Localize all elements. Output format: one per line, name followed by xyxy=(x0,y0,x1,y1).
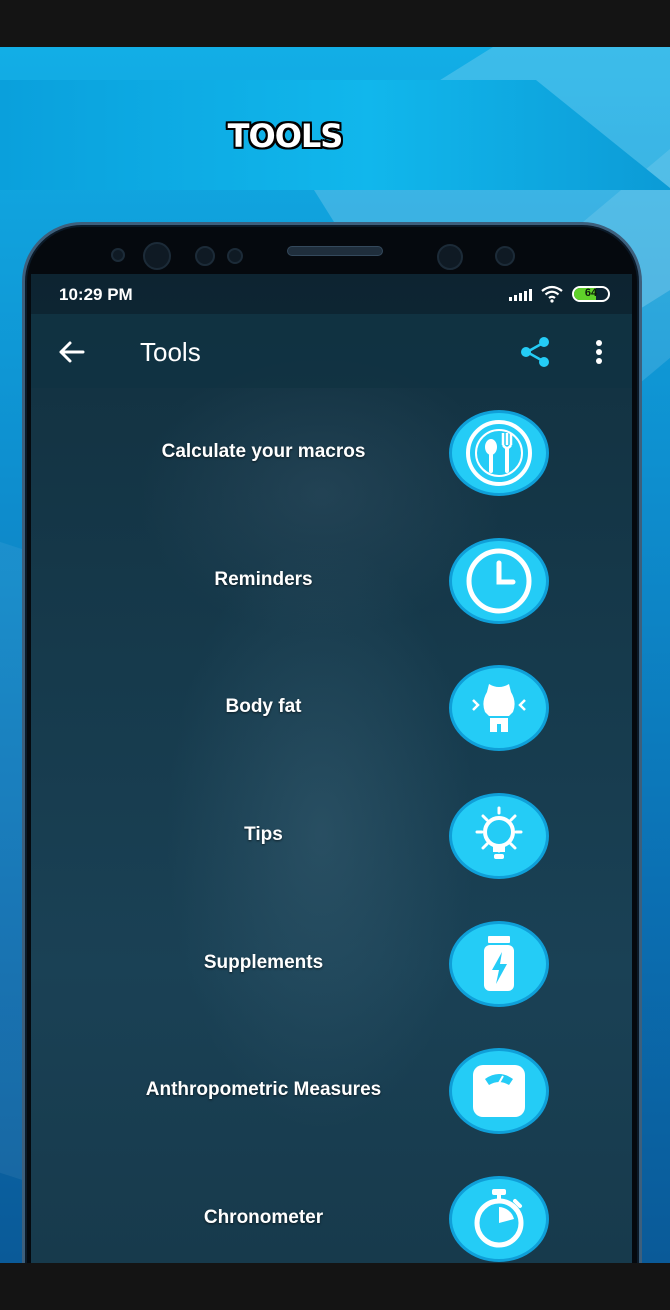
status-icons: 64 xyxy=(509,285,610,303)
bottom-black-bar xyxy=(0,1263,670,1310)
tool-item-tips[interactable]: Tips xyxy=(31,786,632,886)
phone-sensor xyxy=(495,246,515,266)
tool-item-macros[interactable]: Calculate your macros xyxy=(31,403,632,503)
tool-item-chronometer[interactable]: Chronometer xyxy=(31,1169,632,1264)
tool-label: Body fat xyxy=(225,696,302,717)
tool-icon-button[interactable] xyxy=(449,665,549,751)
tool-label: Anthropometric Measures xyxy=(145,1079,382,1100)
tool-label: Chronometer xyxy=(203,1207,324,1228)
tool-label: Supplements xyxy=(203,952,324,973)
tool-item-reminders[interactable]: Reminders xyxy=(31,531,632,631)
tool-icon-button[interactable] xyxy=(449,538,549,624)
battery-icon: 64 xyxy=(572,286,610,302)
tool-label: Calculate your macros xyxy=(161,441,366,462)
tool-item-supplements[interactable]: Supplements xyxy=(31,914,632,1014)
battery-level: 64 xyxy=(584,287,598,299)
app-screen: 10:29 PM 64 Tools Calculate your macros … xyxy=(31,274,632,1264)
front-camera xyxy=(437,244,463,270)
stopwatch-icon xyxy=(474,1189,524,1248)
front-camera xyxy=(143,242,171,270)
body-fat-icon xyxy=(472,684,526,732)
more-options-icon[interactable] xyxy=(587,334,611,370)
clock-icon xyxy=(466,548,532,614)
phone-sensor xyxy=(195,246,215,266)
scale-icon xyxy=(473,1065,525,1117)
tool-item-anthropometric[interactable]: Anthropometric Measures xyxy=(31,1041,632,1141)
share-icon[interactable] xyxy=(517,334,553,370)
phone-sensor xyxy=(227,248,243,264)
tool-icon-button[interactable] xyxy=(449,793,549,879)
top-black-bar xyxy=(0,0,670,47)
lightbulb-icon xyxy=(475,806,523,859)
back-arrow-icon[interactable] xyxy=(53,334,89,370)
app-bar: Tools xyxy=(31,314,632,388)
status-bar: 10:29 PM 64 xyxy=(31,274,632,314)
tool-icon-button[interactable] xyxy=(449,410,549,496)
tool-label: Reminders xyxy=(214,569,313,590)
banner-title: TOOLS xyxy=(227,117,344,155)
tool-icon-button[interactable] xyxy=(449,1048,549,1134)
tool-icon-button[interactable] xyxy=(449,1176,549,1262)
status-time: 10:29 PM xyxy=(59,285,133,304)
tool-item-body-fat[interactable]: Body fat xyxy=(31,658,632,758)
earpiece-speaker xyxy=(287,246,383,256)
tool-icon-button[interactable] xyxy=(449,921,549,1007)
phone-sensor xyxy=(111,248,125,262)
supplement-jar-icon xyxy=(484,936,514,991)
tool-label: Tips xyxy=(244,824,283,845)
plate-cutlery-icon xyxy=(466,420,532,486)
wifi-icon xyxy=(541,285,563,303)
signal-icon xyxy=(509,287,532,301)
page-title: Tools xyxy=(140,337,201,367)
